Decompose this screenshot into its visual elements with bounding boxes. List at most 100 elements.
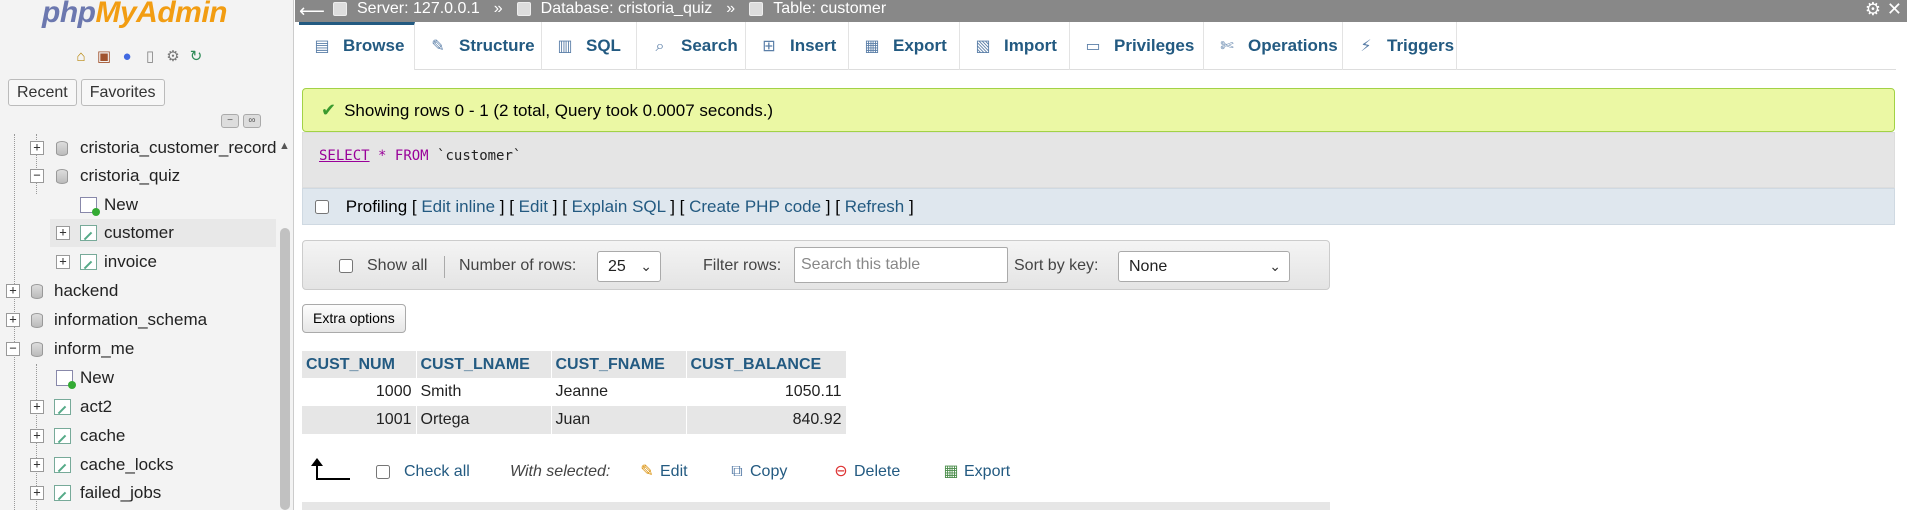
expand-icon[interactable]: + [56, 255, 70, 269]
sql-keyword-select[interactable]: SELECT [319, 148, 370, 164]
query-results-operations-strip [302, 502, 1330, 510]
table-cell[interactable]: 1050.11 [686, 378, 847, 406]
bulk-copy-button[interactable]: ⧉ Copy [728, 456, 787, 488]
tree-item-information-schema[interactable]: + information_schema [0, 306, 276, 334]
column-header[interactable]: CUST_NUM [302, 351, 417, 378]
profiling-checkbox[interactable] [315, 199, 329, 214]
tab-sql[interactable]: ▥ SQL [542, 22, 637, 70]
collapse-icon[interactable]: − [30, 169, 44, 183]
bulk-delete-button[interactable]: ⊖ Delete [832, 456, 900, 488]
tab-export[interactable]: ▦ Export [849, 22, 960, 70]
with-selected-label: With selected: [510, 463, 611, 480]
bulk-edit-button[interactable]: ✎ Edit [638, 456, 687, 488]
collapse-icon[interactable]: − [6, 342, 20, 356]
sort-by-key-select[interactable]: None ⌄ [1118, 251, 1290, 282]
import-icon: ▧ [975, 37, 991, 55]
tab-insert[interactable]: ⊞ Insert [746, 22, 849, 70]
table-row[interactable]: 1001 Ortega Juan 840.92 [302, 406, 847, 434]
table-icon [54, 428, 71, 444]
docs-icon[interactable]: ▯ [140, 47, 160, 67]
nav-scrollbar[interactable]: ▲ [278, 140, 292, 510]
check-all-checkbox[interactable] [376, 464, 390, 479]
table-cell[interactable]: 1000 [302, 378, 417, 406]
show-all-label[interactable]: Show all [367, 241, 427, 291]
favorites-button[interactable]: Favorites [80, 79, 165, 106]
extra-options-button[interactable]: Extra options [302, 304, 406, 333]
tree-item-new-table[interactable]: New [0, 191, 276, 219]
show-all-checkbox[interactable] [339, 258, 353, 273]
expand-icon[interactable]: + [30, 400, 44, 414]
expand-icon[interactable]: + [6, 313, 20, 327]
table-cell[interactable]: 1001 [302, 406, 417, 434]
bulk-export-button[interactable]: ▦ Export [942, 456, 1010, 488]
table-icon [80, 254, 97, 270]
tree-item-hackend[interactable]: + hackend [0, 277, 276, 305]
filter-rows-input[interactable]: Search this table [794, 247, 1008, 283]
breadcrumb-bar: ⟵ Server: 127.0.0.1 » Database: cristori… [295, 0, 1907, 22]
tree-item-act2[interactable]: + act2 [0, 393, 276, 421]
expand-icon[interactable]: + [30, 141, 44, 155]
expand-icon[interactable]: + [30, 429, 44, 443]
table-icon [749, 2, 764, 16]
expand-icon[interactable]: + [56, 226, 70, 240]
expand-icon[interactable]: + [6, 284, 20, 298]
tree-item-cache[interactable]: + cache [0, 422, 276, 450]
copy-icon: ⧉ [731, 463, 743, 480]
breadcrumb-database[interactable]: Database: cristoria_quiz [541, 0, 713, 20]
tab-import[interactable]: ▧ Import [960, 22, 1070, 70]
collapse-all-icon[interactable]: − [221, 114, 239, 128]
breadcrumb-table[interactable]: Table: customer [773, 0, 886, 20]
refresh-link[interactable]: Refresh [845, 197, 905, 216]
tree-item-inform-me[interactable]: − inform_me [0, 335, 276, 363]
scroll-up-icon[interactable]: ▲ [279, 140, 290, 152]
column-header[interactable]: CUST_BALANCE [686, 351, 847, 378]
tree-item-cristoria-quiz[interactable]: − cristoria_quiz [0, 162, 276, 190]
column-header[interactable]: CUST_FNAME [551, 351, 687, 378]
tab-triggers[interactable]: ⚡ Triggers [1343, 22, 1457, 70]
recent-button[interactable]: Recent [8, 79, 77, 106]
server-icon [333, 2, 347, 16]
breadcrumb: Server: 127.0.0.1 » Database: cristoria_… [333, 0, 886, 20]
scrollbar-thumb[interactable] [280, 228, 290, 510]
table-cell[interactable]: Smith [416, 378, 552, 406]
table-cell[interactable]: Juan [551, 406, 687, 434]
close-icon[interactable]: ✕ [1887, 0, 1902, 20]
tab-search[interactable]: ⌕ Search [637, 22, 746, 70]
reload-icon[interactable]: ↻ [186, 47, 206, 67]
tab-structure[interactable]: ✎ Structure [415, 22, 542, 70]
tree-item-cristoria-customer-records[interactable]: + cristoria_customer_records [0, 134, 276, 162]
phpmyadmin-logo[interactable]: phpMyAdmin [42, 0, 227, 30]
expand-icon[interactable]: + [30, 458, 44, 472]
check-all-label[interactable]: Check all [404, 456, 470, 488]
tab-privileges[interactable]: ▭ Privileges [1070, 22, 1204, 70]
tree-item-cache-locks[interactable]: + cache_locks [0, 451, 276, 479]
explain-sql-link[interactable]: Explain SQL [572, 197, 666, 216]
breadcrumb-server[interactable]: Server: 127.0.0.1 [357, 0, 480, 20]
tree-item-invoice[interactable]: + invoice [0, 248, 276, 276]
edit-inline-link[interactable]: Edit inline [421, 197, 495, 216]
collapse-nav-icon[interactable]: ⟵ [299, 0, 325, 22]
number-of-rows-select[interactable]: 25 ⌄ [597, 251, 661, 282]
tree-item-failed-jobs[interactable]: + failed_jobs [0, 479, 276, 507]
tree-item-new-table[interactable]: New [0, 364, 276, 392]
help-icon[interactable]: ● [117, 47, 137, 67]
table-cell[interactable]: 840.92 [686, 406, 847, 434]
table-cell[interactable]: Ortega [416, 406, 552, 434]
home-icon[interactable]: ⌂ [71, 47, 91, 67]
tab-operations[interactable]: ✄ Operations [1204, 22, 1343, 70]
tab-browse[interactable]: ▤ Browse [299, 22, 415, 70]
link-icon[interactable]: ∞ [243, 114, 261, 128]
table-icon [80, 225, 97, 241]
create-php-code-link[interactable]: Create PHP code [689, 197, 821, 216]
gear-icon[interactable]: ⚙ [1865, 0, 1881, 20]
settings-icon[interactable]: ⚙ [163, 47, 183, 67]
pencil-icon: ✎ [640, 463, 654, 480]
edit-link[interactable]: Edit [519, 197, 548, 216]
exit-icon[interactable]: ▣ [94, 47, 114, 67]
expand-icon[interactable]: + [30, 486, 44, 500]
column-header[interactable]: CUST_LNAME [416, 351, 552, 378]
table-cell[interactable]: Jeanne [551, 378, 687, 406]
table-row[interactable]: 1000 Smith Jeanne 1050.11 [302, 378, 847, 406]
triggers-icon: ⚡ [1360, 37, 1372, 55]
tree-item-customer[interactable]: + customer [50, 219, 276, 247]
